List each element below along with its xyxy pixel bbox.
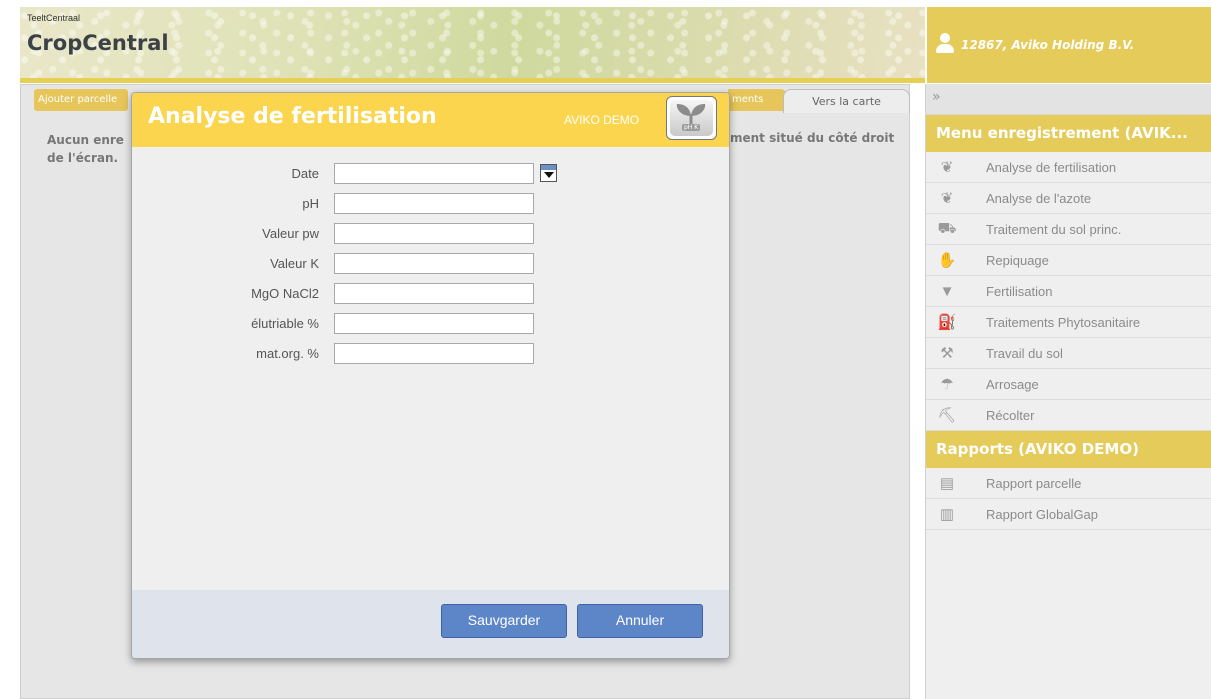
field-input[interactable] <box>334 283 534 304</box>
tab-partial[interactable]: ments <box>728 89 788 111</box>
sidebar-item-label: Analyse de l'azote <box>986 190 1092 206</box>
field-label: Valeur pw <box>262 226 319 241</box>
tab-to-map[interactable]: Vers la carte <box>783 89 910 113</box>
calendar-picker-icon[interactable] <box>540 164 557 182</box>
sidebar-item[interactable]: ⚒ Travail du sol <box>926 338 1211 369</box>
harvester-icon: ⛏ <box>937 407 957 424</box>
form-row: Date <box>132 163 729 184</box>
tractor-icon: ⛟ <box>937 219 957 237</box>
collapse-sidebar-button[interactable]: » <box>926 84 1211 115</box>
sidebar-item-label: Rapport GlobalGap <box>986 506 1099 522</box>
brand-title[interactable]: CropCentral <box>27 31 169 55</box>
fertilizer-icon: ▼ <box>939 282 955 300</box>
sidebar-item[interactable]: ❦ Analyse de l'azote <box>926 183 1211 214</box>
sidebar-item-label: Repiquage <box>986 252 1049 268</box>
info-line-2: de l'écran. <box>47 151 119 165</box>
sidebar-item[interactable]: ☂ Arrosage <box>926 369 1211 400</box>
app-header: TeeltCentraal CropCentral <box>20 7 925 80</box>
sidebar-item[interactable]: ⛏ Récolter <box>926 400 1211 431</box>
field-label: MgO NaCl2 <box>251 286 319 301</box>
sidebar-item-label: Arrosage <box>986 376 1039 392</box>
save-button[interactable]: Sauvgarder <box>441 604 567 638</box>
right-sidebar: » Menu enregistrement (AVIK... ❦ Analyse … <box>925 84 1211 699</box>
sidebar-item[interactable]: ▤ Rapport parcelle <box>926 468 1211 499</box>
ph-k-badge: pH K <box>682 124 701 131</box>
header-divider <box>20 78 925 83</box>
sidebar-item-label: Traitement du sol princ. <box>986 221 1122 237</box>
planting-icon: ✋ <box>937 252 957 269</box>
cultivator-icon: ⚒ <box>940 345 954 362</box>
dialog-title: Analyse de fertilisation <box>148 104 437 129</box>
sidebar-item-label: Travail du sol <box>986 345 1063 361</box>
sidebar-item[interactable]: ▥ Rapport GlobalGap <box>926 499 1211 530</box>
brand-subtitle: TeeltCentraal <box>27 13 81 23</box>
field-input[interactable] <box>334 223 534 244</box>
sidebar-item-label: Rapport parcelle <box>986 475 1082 491</box>
plant-icon: ❦ <box>940 190 954 207</box>
dialog-footer: Sauvgarder Annuler <box>132 590 729 658</box>
form-row: mat.org. % <box>132 343 729 364</box>
field-label: pH <box>302 196 319 211</box>
menu-section-title: Menu enregistrement (AVIK... <box>926 115 1211 152</box>
field-input[interactable] <box>334 343 534 364</box>
info-message-left: Aucun enre de l'écran. <box>47 131 124 167</box>
form-row: Valeur pw <box>132 223 729 244</box>
field-label: Date <box>291 166 319 181</box>
form-row: Valeur K <box>132 253 729 274</box>
field-input[interactable] <box>334 163 534 184</box>
sidebar-item[interactable]: ❦ Analyse de fertilisation <box>926 152 1211 183</box>
field-input[interactable] <box>334 193 534 214</box>
sidebar-item[interactable]: ⛟ Traitement du sol princ. <box>926 214 1211 245</box>
clipboard-g-icon: ▥ <box>939 506 955 523</box>
sidebar-item[interactable]: ▼ Fertilisation <box>926 276 1211 307</box>
soil-plant-logo-icon: pH K <box>666 96 717 140</box>
add-parcel-tab[interactable]: Ajouter parcelle <box>34 89 128 111</box>
field-input[interactable] <box>334 253 534 274</box>
field-label: élutriable % <box>251 316 319 331</box>
irrigation-icon: ☂ <box>940 376 954 393</box>
menu-list: ❦ Analyse de fertilisation ❦ Analyse de l'a… <box>926 152 1211 431</box>
form-row: MgO NaCl2 <box>132 283 729 304</box>
fertilization-analysis-dialog: Analyse de fertilisation AVIKO DEMO pH K… <box>131 92 730 659</box>
sidebar-item[interactable]: ⛽ Traitements Phytosanitaire <box>926 307 1211 338</box>
clipboard-icon: ▤ <box>939 475 955 492</box>
dialog-organization: AVIKO DEMO <box>564 113 640 127</box>
field-input[interactable] <box>334 313 534 334</box>
dialog-header: Analyse de fertilisation AVIKO DEMO pH K <box>132 93 729 147</box>
sprayer-icon: ⛽ <box>937 314 957 331</box>
cancel-button[interactable]: Annuler <box>577 604 703 638</box>
reports-section-title: Rapports (AVIKO DEMO) <box>926 431 1211 468</box>
field-label: Valeur K <box>270 256 319 271</box>
plant-icon: ❦ <box>940 159 954 176</box>
sidebar-item[interactable]: ✋ Repiquage <box>926 245 1211 276</box>
form-row: pH <box>132 193 729 214</box>
field-label: mat.org. % <box>256 346 319 361</box>
sidebar-item-label: Analyse de fertilisation <box>986 159 1117 175</box>
form-row: élutriable % <box>132 313 729 334</box>
sidebar-item-label: Fertilisation <box>986 283 1053 299</box>
user-label: 12867, Aviko Holding B.V. <box>961 38 1135 52</box>
user-icon <box>935 33 955 53</box>
report-list: ▤ Rapport parcelle ▥ Rapport GlobalGap <box>926 468 1211 530</box>
info-line-1: Aucun enre <box>47 133 124 147</box>
sidebar-item-label: Récolter <box>986 407 1035 423</box>
user-box[interactable]: 12867, Aviko Holding B.V. <box>927 7 1211 83</box>
info-message-right: ment situé du côté droit <box>730 131 895 145</box>
sidebar-item-label: Traitements Phytosanitaire <box>986 314 1141 330</box>
